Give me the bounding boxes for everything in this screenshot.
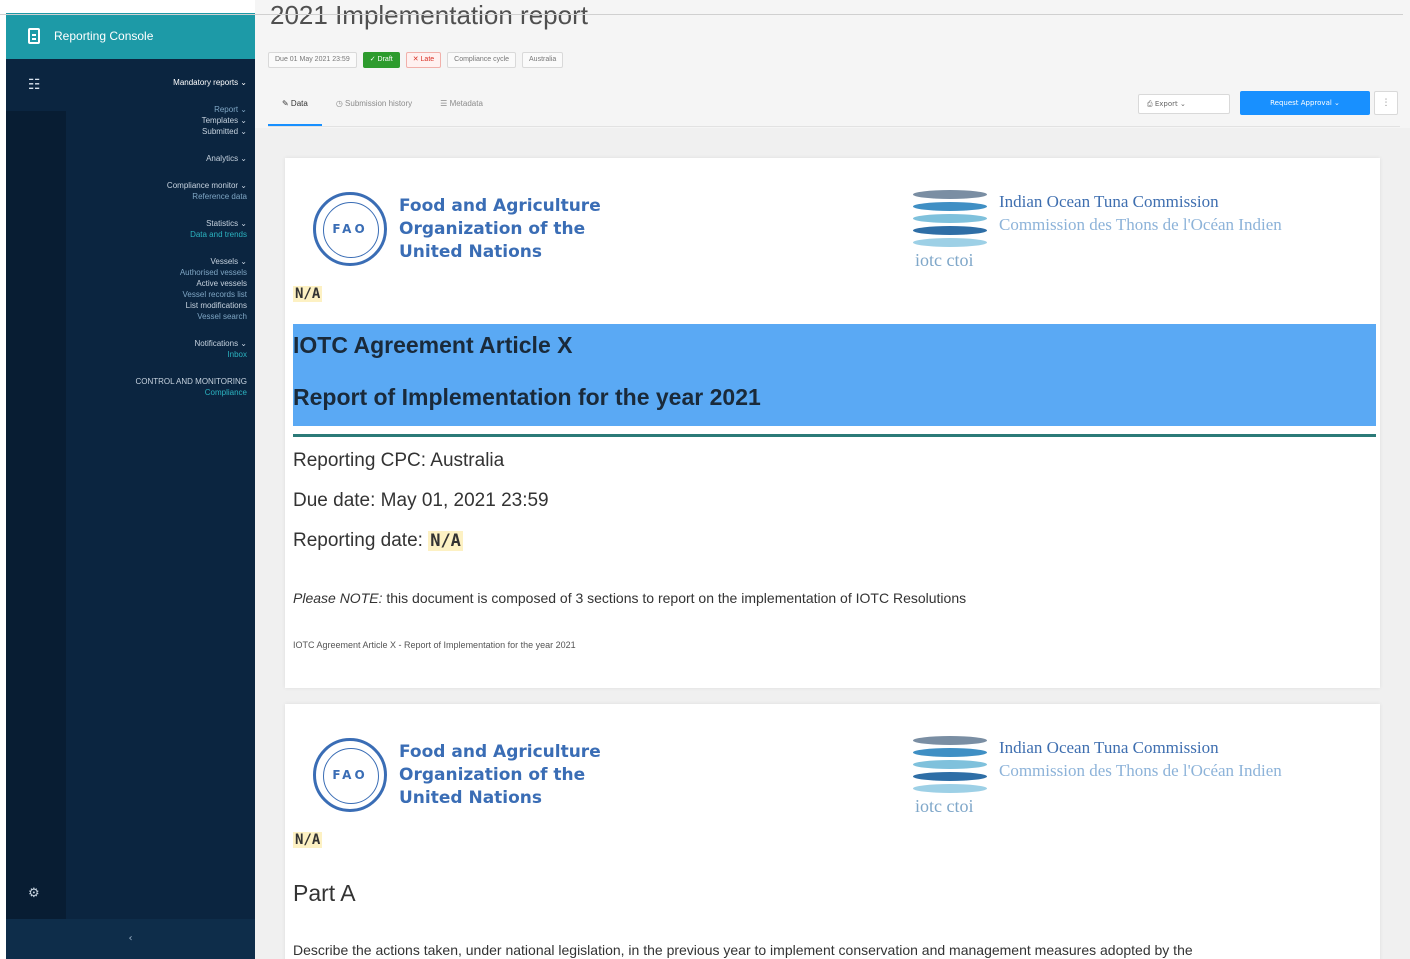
tab-1[interactable]: ◷ Submission history: [322, 92, 426, 126]
header-divider: [0, 14, 1403, 15]
page-footer-ref: IOTC Agreement Article X - Report of Imp…: [293, 640, 576, 650]
more-actions-button[interactable]: ⋮: [1374, 91, 1398, 115]
reporting-console-icon: [28, 28, 40, 44]
fao-seal-icon: FAO: [313, 192, 387, 266]
sidebar-item[interactable]: Data and trends: [57, 229, 247, 240]
sidebar-item[interactable]: List modifications: [57, 300, 247, 311]
fao-logo: FAO Food and Agriculture Organization of…: [313, 192, 601, 266]
reporting-cpc: Reporting CPC: Australia: [293, 450, 505, 471]
iotc-logo: iotc ctoi Indian Ocean Tuna Commission C…: [913, 724, 1282, 816]
document-page-2: FAO Food and Agriculture Organization of…: [285, 704, 1380, 959]
report-title: Report of Implementation for the year 20…: [293, 384, 761, 410]
sidebar-item[interactable]: Reference data: [57, 191, 247, 202]
menu-toggle-icon[interactable]: ☷: [28, 77, 42, 93]
sidebar-item[interactable]: Compliance monitor ⌄: [57, 180, 247, 191]
document-page-1: FAO Food and Agriculture Organization of…: [285, 158, 1380, 688]
part-a-title: Part A: [293, 880, 356, 906]
banner-rule: [293, 434, 1376, 437]
sidebar-menu: Mandatory reports ⌄ Report ⌄ Templates ⌄ Su…: [57, 77, 247, 398]
sidebar-item[interactable]: Statistics ⌄: [57, 218, 247, 229]
page-title: 2021 Implementation report: [270, 0, 588, 30]
reporting-date: Reporting date: N/A: [293, 530, 463, 551]
due-date: Due date: May 01, 2021 23:59: [293, 490, 549, 511]
reporting-date-value: N/A: [428, 531, 463, 551]
sidebar-collapse-button[interactable]: ‹: [6, 919, 255, 959]
status-tag: ✕ Late: [405, 52, 442, 68]
sidebar-item[interactable]: Inbox: [57, 349, 247, 360]
sidebar-item[interactable]: Authorised vessels: [57, 267, 247, 278]
sidebar: Reporting Console ☷ Mandatory reports ⌄ R…: [6, 13, 255, 959]
status-tags: Due 01 May 2021 23:59 ✓ Draft ✕ Late Compli…: [268, 52, 564, 68]
sidebar-header[interactable]: Reporting Console: [6, 13, 255, 59]
sidebar-item[interactable]: Analytics ⌄: [57, 153, 247, 164]
iotc-wave-icon: iotc ctoi: [913, 724, 991, 816]
sidebar-item[interactable]: Vessels ⌄: [57, 256, 248, 267]
sidebar-item[interactable]: Submitted ⌄: [57, 126, 247, 137]
sidebar-item[interactable]: Report ⌄: [57, 104, 247, 115]
document-note: Please NOTE: this document is composed o…: [293, 590, 967, 606]
part-a-description: Describe the actions taken, under nation…: [293, 942, 1193, 958]
status-tag: Compliance cycle: [447, 52, 517, 68]
sidebar-item[interactable]: Mandatory reports ⌄: [57, 77, 247, 88]
fao-logo: FAO Food and Agriculture Organization of…: [313, 738, 601, 812]
status-tag: Australia: [522, 52, 564, 68]
tab-divider: [268, 126, 1400, 127]
sidebar-item[interactable]: Compliance: [57, 387, 247, 398]
sidebar-item[interactable]: Vessel records list: [57, 289, 247, 300]
na-placeholder: N/A: [293, 286, 323, 302]
iotc-logo: iotc ctoi Indian Ocean Tuna Commission C…: [913, 178, 1282, 270]
agreement-title: IOTC Agreement Article X: [293, 332, 573, 358]
tab-0[interactable]: ✎ Data: [268, 92, 322, 126]
sidebar-item[interactable]: CONTROL AND MONITORING: [57, 376, 247, 387]
request-approval-button[interactable]: Request Approval ⌄: [1240, 91, 1370, 115]
sidebar-item[interactable]: Templates ⌄: [57, 115, 247, 126]
fao-seal-icon: FAO: [313, 738, 387, 812]
sidebar-item[interactable]: Notifications ⌄: [57, 338, 248, 349]
title-banner: IOTC Agreement Article X Report of Imple…: [293, 324, 1376, 426]
sidebar-item[interactable]: Active vessels: [57, 278, 247, 289]
export-button[interactable]: ⎙ Export ⌄: [1138, 94, 1230, 114]
status-tag: Due 01 May 2021 23:59: [268, 52, 357, 68]
sidebar-item[interactable]: Vessel search: [57, 311, 247, 322]
document-viewer[interactable]: FAO Food and Agriculture Organization of…: [255, 128, 1410, 959]
settings-icon[interactable]: ⚙: [28, 887, 42, 901]
status-tag: ✓ Draft: [362, 52, 400, 68]
app-title: Reporting Console: [54, 29, 154, 43]
na-placeholder: N/A: [293, 832, 323, 848]
tab-2[interactable]: ☰ Metadata: [426, 92, 497, 126]
iotc-wave-icon: iotc ctoi: [913, 178, 991, 270]
tab-bar: ✎ Data ◷ Submission history ☰ Metadata: [268, 92, 497, 126]
